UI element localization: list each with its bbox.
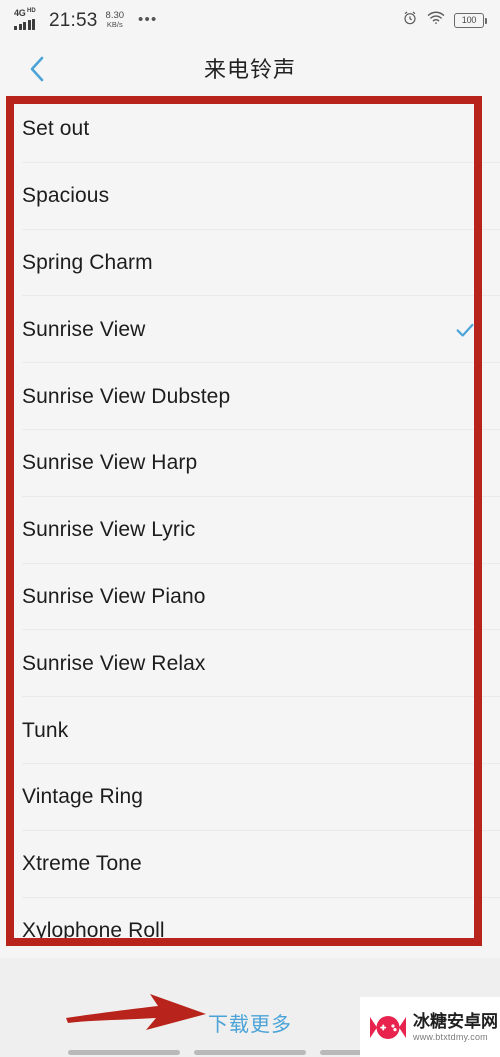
watermark-squiggle-icon: 〰	[431, 0, 448, 7]
network-speed-unit: KB/s	[106, 20, 123, 29]
check-icon	[454, 319, 476, 341]
signal-strength-icon: 4G HD	[14, 8, 42, 31]
ringtone-label: Spring Charm	[22, 250, 153, 274]
network-type-label: 4G	[14, 8, 26, 18]
ringtone-row[interactable]: Tunk	[0, 697, 500, 764]
ringtone-row[interactable]: Spacious	[0, 163, 500, 230]
back-button[interactable]	[18, 50, 56, 88]
ringtone-list[interactable]: Set out Spacious Spring Charm Sunrise View S…	[0, 96, 500, 958]
chevron-left-icon	[30, 56, 44, 82]
alarm-clock-icon	[402, 10, 418, 31]
battery-level-label: 100	[461, 15, 477, 25]
watermark-text: 冰糖安卓网 www.btxtdmy.com	[413, 1013, 498, 1042]
ringtone-row[interactable]: Spring Charm	[0, 230, 500, 297]
ringtone-label: Spacious	[22, 184, 110, 208]
ringtone-label: Sunrise View Relax	[22, 651, 206, 675]
status-bar-right: 100	[402, 10, 487, 31]
network-speed-value: 8.30	[105, 10, 125, 21]
ringtone-label: Sunrise View Piano	[22, 584, 206, 608]
network-suffix-label: HD	[27, 8, 36, 14]
ringtone-row[interactable]: Sunrise View	[0, 296, 500, 363]
status-bar-clock: 21:53	[49, 9, 98, 31]
ringtone-label: Sunrise View	[22, 317, 146, 341]
watermark-site-url: www.btxtdmy.com	[413, 1031, 488, 1042]
ringtone-row[interactable]: Sunrise View Dubstep	[0, 363, 500, 430]
page-title: 来电铃声	[203, 57, 296, 82]
status-bar-left: 4G HD 21:53 8.30 KB/s •••	[14, 8, 158, 31]
ringtone-row[interactable]: Sunrise View Lyric	[0, 497, 500, 564]
ringtone-label: Sunrise View Harp	[22, 451, 198, 475]
ringtone-label: Set out	[22, 117, 90, 141]
phone-screen: 4G HD 21:53 8.30 KB/s ••• 100 来电铃声 Set o…	[0, 0, 500, 1057]
ringtone-row[interactable]: Sunrise View Harp	[0, 430, 500, 497]
network-speed: 8.30 KB/s	[106, 11, 125, 29]
overflow-dots-icon: •••	[138, 11, 158, 28]
ringtone-row[interactable]: Vintage Ring	[0, 764, 500, 831]
ringtone-row[interactable]: Set out	[0, 96, 500, 163]
signal-bars	[14, 18, 35, 30]
wifi-icon	[427, 11, 445, 30]
watermark-site-name: 冰糖安卓网	[413, 1011, 498, 1031]
ringtone-row[interactable]: Xylophone Roll	[0, 898, 500, 958]
ringtone-label: Vintage Ring	[22, 785, 144, 809]
ringtone-label: Xtreme Tone	[22, 852, 142, 876]
ringtone-row[interactable]: Sunrise View Relax	[0, 630, 500, 697]
game-controller-candy-logo-icon	[368, 1014, 408, 1041]
ringtone-label: Xylophone Roll	[22, 918, 165, 942]
site-watermark: 冰糖安卓网 www.btxtdmy.com	[360, 997, 500, 1057]
ringtone-label: Tunk	[22, 718, 69, 742]
battery-icon: 100	[454, 12, 487, 28]
ringtone-row[interactable]: Xtreme Tone	[0, 831, 500, 898]
status-bar: 4G HD 21:53 8.30 KB/s ••• 100	[0, 0, 500, 40]
ringtone-row[interactable]: Sunrise View Piano	[0, 564, 500, 631]
title-bar: 来电铃声	[0, 40, 500, 96]
ringtone-label: Sunrise View Dubstep	[22, 384, 231, 408]
ringtone-label: Sunrise View Lyric	[22, 518, 196, 542]
